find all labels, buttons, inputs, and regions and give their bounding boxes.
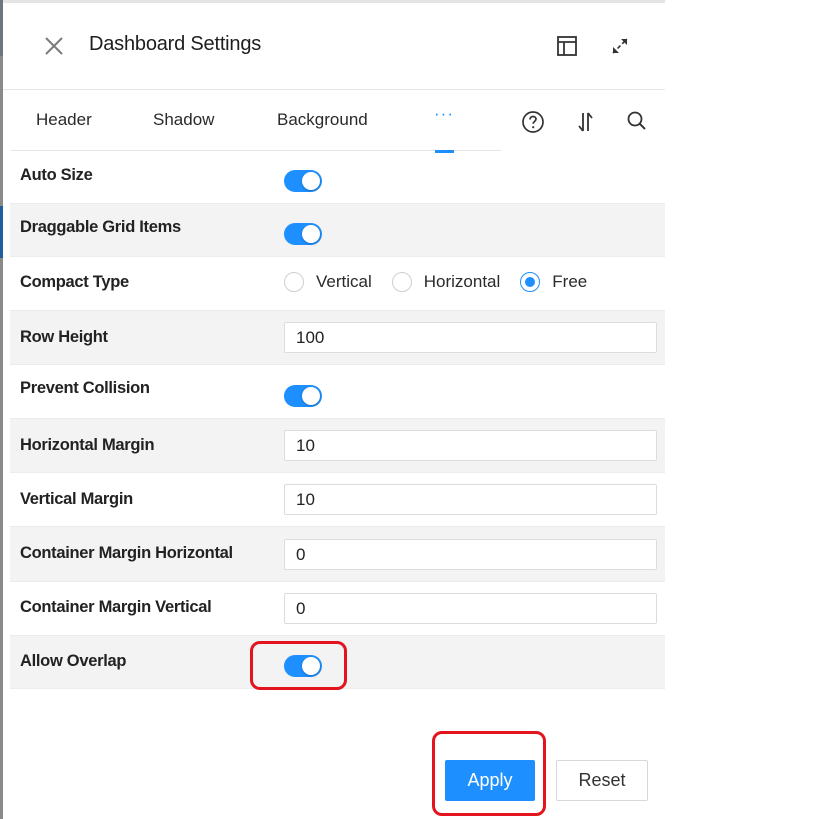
setting-row-draggable-grid-items: Draggable Grid Items [10,204,665,257]
row-height-label: Row Height [20,328,108,346]
setting-row-container-margin-horizontal: Container Margin Horizontal [10,527,665,582]
compact-type-radio-group: Vertical Horizontal Free [284,272,607,292]
radio-circle [391,272,412,292]
compact-type-label: Compact Type [20,273,129,291]
row-height-input[interactable] [284,322,657,353]
radio-circle [284,272,304,292]
radio-circle [520,272,541,292]
close-button[interactable] [41,33,67,59]
tabs-divider [11,150,501,151]
compact-type-vertical-radio[interactable]: Vertical [284,272,372,292]
prevent-collision-label: Prevent Collision [20,379,150,397]
compact-type-horizontal-radio[interactable]: Horizontal [391,272,501,292]
container-margin-vertical-input[interactable] [284,593,657,624]
compact-type-free-radio[interactable]: Free [520,272,587,292]
tab-bar: Header Shadow Background ··· [3,90,665,153]
radio-label: Horizontal [423,272,501,291]
panel-header: Dashboard Settings [3,3,665,90]
container-margin-horizontal-label: Container Margin Horizontal [20,544,233,562]
setting-row-row-height: Row Height [10,311,665,365]
toggle-knob [302,657,320,675]
setting-row-compact-type: Compact Type Vertical Horizontal Free [10,257,665,311]
search-button[interactable] [625,110,649,134]
vertical-margin-label: Vertical Margin [20,490,133,508]
setting-row-vertical-margin: Vertical Margin [10,473,665,527]
expand-button[interactable] [609,35,631,57]
draggable-grid-items-label: Draggable Grid Items [20,218,181,236]
layout-panel-button[interactable] [556,35,578,57]
tab-background[interactable]: Background [277,110,368,130]
auto-size-toggle[interactable] [284,170,322,192]
tab-shadow[interactable]: Shadow [153,110,214,130]
panel-title: Dashboard Settings [89,33,262,55]
container-margin-horizontal-input[interactable] [284,539,657,570]
radio-label: Vertical [316,272,372,291]
setting-row-auto-size: Auto Size [10,152,665,204]
apply-button[interactable]: Apply [445,760,535,801]
prevent-collision-toggle[interactable] [284,385,322,407]
auto-size-label: Auto Size [20,166,93,184]
allow-overlap-label: Allow Overlap [20,652,127,670]
sort-icon [578,112,593,132]
radio-label: Free [552,272,588,291]
search-icon [627,111,646,130]
help-button[interactable] [521,110,545,134]
dashboard-settings-panel: Dashboard Settings Header Shadow Backgro… [3,3,665,819]
setting-row-prevent-collision: Prevent Collision [10,365,665,419]
setting-row-container-margin-vertical: Container Margin Vertical [10,582,665,636]
sort-button[interactable] [574,110,598,134]
setting-row-horizontal-margin: Horizontal Margin [10,419,665,473]
horizontal-margin-input[interactable] [284,430,657,461]
vertical-margin-input[interactable] [284,484,657,515]
help-icon [522,111,544,133]
horizontal-margin-label: Horizontal Margin [20,436,155,454]
setting-row-allow-overlap: Allow Overlap [10,636,665,689]
container-margin-vertical-label: Container Margin Vertical [20,598,212,616]
draggable-grid-items-toggle[interactable] [284,223,322,245]
layout-panel-icon [557,36,577,56]
close-icon [45,37,63,55]
toggle-knob [302,225,320,243]
tab-more[interactable]: ··· [434,104,454,124]
tab-header[interactable]: Header [36,110,92,130]
allow-overlap-toggle[interactable] [284,655,322,677]
expand-icon [612,38,628,54]
settings-list: Auto Size Draggable Grid Items Compact T… [10,152,665,689]
reset-button[interactable]: Reset [556,760,648,801]
toggle-knob [302,172,320,190]
toggle-knob [302,387,320,405]
